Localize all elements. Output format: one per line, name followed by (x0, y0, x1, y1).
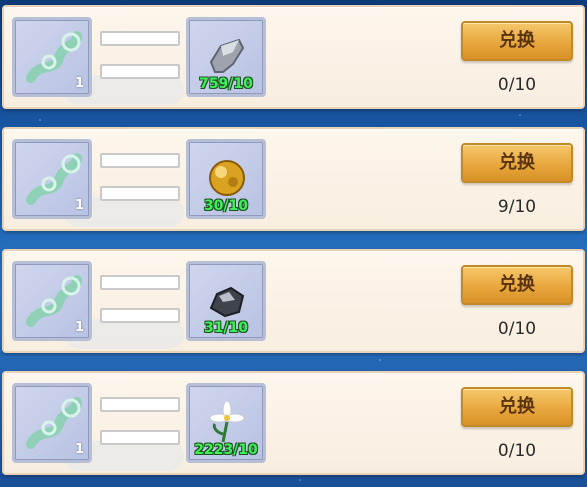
exchange-count: 9/10 (497, 197, 537, 217)
target-progress: 2223/10 (194, 442, 258, 458)
silver-ore-icon (209, 38, 245, 73)
white-lily-icon (209, 400, 245, 443)
target-item-slot[interactable]: 759/10 (186, 17, 266, 97)
exchange-list: 1 759/10 兑换 0/10 1 30/10 兑换 9/10 1 31/10… (0, 0, 587, 487)
empty-bar (100, 31, 180, 46)
iron-ore-icon (209, 286, 245, 318)
exchange-count: 0/10 (497, 319, 537, 339)
target-progress: 759/10 (199, 76, 253, 92)
target-item-slot[interactable]: 31/10 (186, 261, 266, 341)
exchange-row: 1 30/10 兑换 9/10 (2, 127, 585, 231)
source-quantity: 1 (74, 198, 84, 213)
target-item-slot[interactable]: 2223/10 (186, 383, 266, 463)
exchange-row: 1 2223/10 兑换 0/10 (2, 371, 585, 475)
target-progress: 31/10 (203, 320, 249, 336)
empty-bar (100, 430, 180, 445)
empty-bars (100, 153, 180, 219)
exchange-row: 1 31/10 兑换 0/10 (2, 249, 585, 353)
empty-bars (100, 275, 180, 341)
gold-ore-icon (209, 160, 245, 196)
empty-bar (100, 64, 180, 79)
source-item-slot[interactable]: 1 (12, 139, 92, 219)
empty-bar (100, 397, 180, 412)
target-item-slot[interactable]: 30/10 (186, 139, 266, 219)
source-item-slot[interactable]: 1 (12, 261, 92, 341)
empty-bar (100, 153, 180, 168)
source-quantity: 1 (74, 442, 84, 457)
empty-bar (100, 308, 180, 323)
source-quantity: 1 (74, 76, 84, 91)
empty-bar (100, 275, 180, 290)
empty-bar (100, 186, 180, 201)
exchange-button[interactable]: 兑换 (461, 387, 573, 427)
empty-bars (100, 31, 180, 97)
source-item-slot[interactable]: 1 (12, 383, 92, 463)
exchange-count: 0/10 (497, 441, 537, 461)
source-item-slot[interactable]: 1 (12, 17, 92, 97)
exchange-row: 1 759/10 兑换 0/10 (2, 5, 585, 109)
target-progress: 30/10 (203, 198, 249, 214)
exchange-button[interactable]: 兑换 (461, 265, 573, 305)
exchange-button[interactable]: 兑换 (461, 143, 573, 183)
empty-bars (100, 397, 180, 463)
source-quantity: 1 (74, 320, 84, 335)
exchange-count: 0/10 (497, 75, 537, 95)
exchange-button[interactable]: 兑换 (461, 21, 573, 61)
